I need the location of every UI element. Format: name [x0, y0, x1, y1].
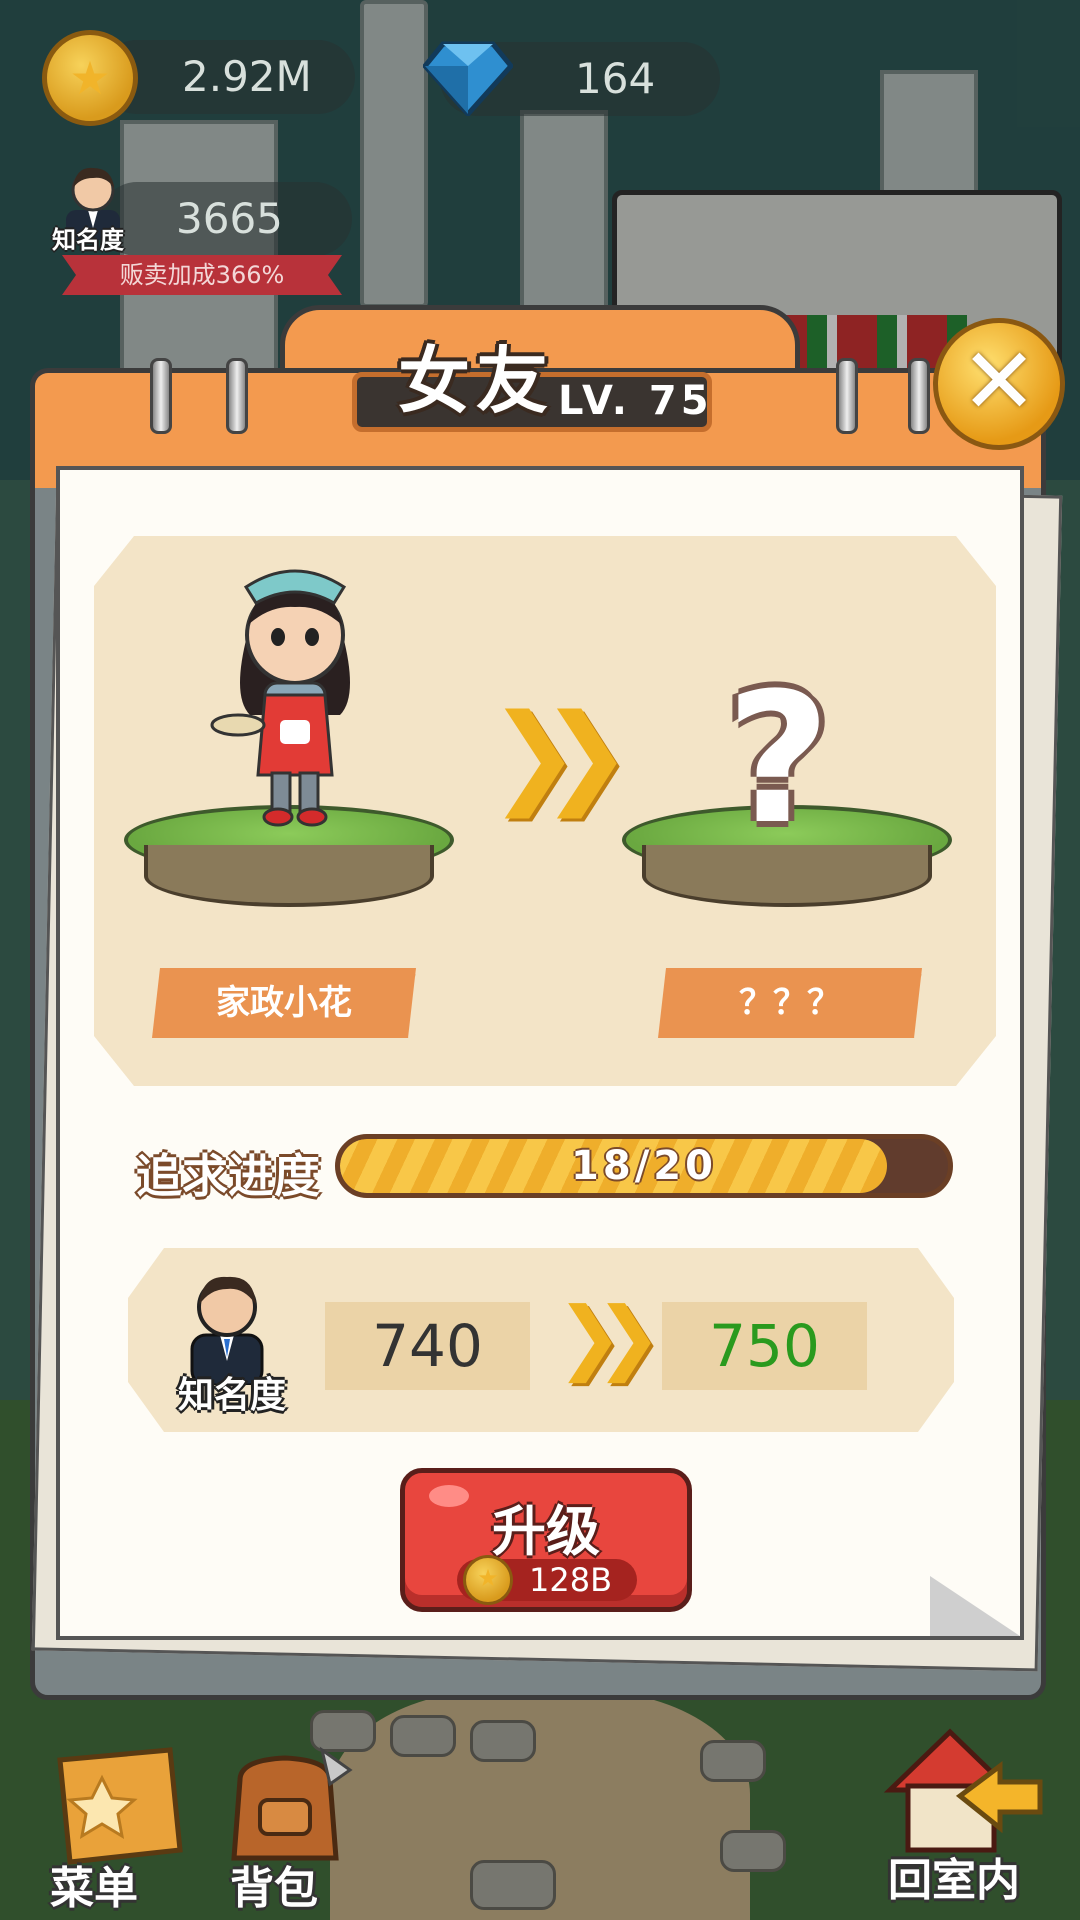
upgrade-cost: 128B: [457, 1555, 637, 1605]
chevron-right-icon: ❯❯: [488, 690, 632, 818]
coin-icon: [463, 1555, 513, 1605]
sales-bonus-banner: 贩卖加成366%: [62, 255, 342, 295]
menu-book-icon: [57, 1747, 183, 1865]
fame-counter: 3665: [100, 182, 352, 256]
upgrade-cost-text: 128B: [529, 1561, 613, 1599]
coin-icon: [42, 30, 138, 126]
fame-label: 知名度: [52, 226, 124, 254]
binder-ring: [836, 358, 858, 434]
fame-count: 3665: [176, 194, 283, 243]
fame-current-value: 740: [325, 1302, 530, 1390]
nav-menu-button[interactable]: 菜单: [40, 1740, 190, 1914]
binder-ring: [908, 358, 930, 434]
progress-text: 18/20: [571, 1143, 717, 1189]
close-icon: ✕: [960, 328, 1038, 435]
home-arrow-icon: [883, 1728, 1043, 1853]
next-partner-name: ？？？: [658, 968, 922, 1038]
gem-icon: [423, 41, 513, 116]
nav-back-home-label: 回室内: [888, 1855, 1020, 1906]
progress-label: 追求进度: [136, 1149, 320, 1203]
coin-counter: 2.92M: [100, 40, 355, 114]
dialog-title: 女友: [398, 339, 555, 423]
gem-count: 164: [575, 54, 656, 103]
nav-menu-label: 菜单: [50, 1863, 138, 1914]
chevron-right-icon: ❯❯: [556, 1290, 662, 1383]
nav-bag-button[interactable]: 背包: [210, 1740, 370, 1914]
progress-bar: 18/20: [335, 1134, 953, 1198]
nav-bag-label: 背包: [230, 1863, 318, 1914]
current-partner-name: 家政小花: [152, 968, 416, 1038]
level-text: LV. 75: [558, 378, 713, 424]
close-button[interactable]: ✕: [933, 318, 1065, 450]
upgrade-button[interactable]: 升级 128B: [400, 1468, 692, 1612]
binder-ring: [150, 358, 172, 434]
backpack-icon: [231, 1746, 353, 1861]
question-mark-icon: ?: [726, 655, 831, 864]
coin-count: 2.92M: [182, 52, 312, 101]
girlfriend-character[interactable]: [210, 545, 380, 845]
upgrade-label: 升级: [492, 1500, 600, 1563]
nav-back-home-button[interactable]: 回室内: [880, 1720, 1060, 1910]
fame-label: 知名度: [178, 1375, 287, 1416]
fame-next-value: 750: [662, 1302, 867, 1390]
binder-ring: [226, 358, 248, 434]
